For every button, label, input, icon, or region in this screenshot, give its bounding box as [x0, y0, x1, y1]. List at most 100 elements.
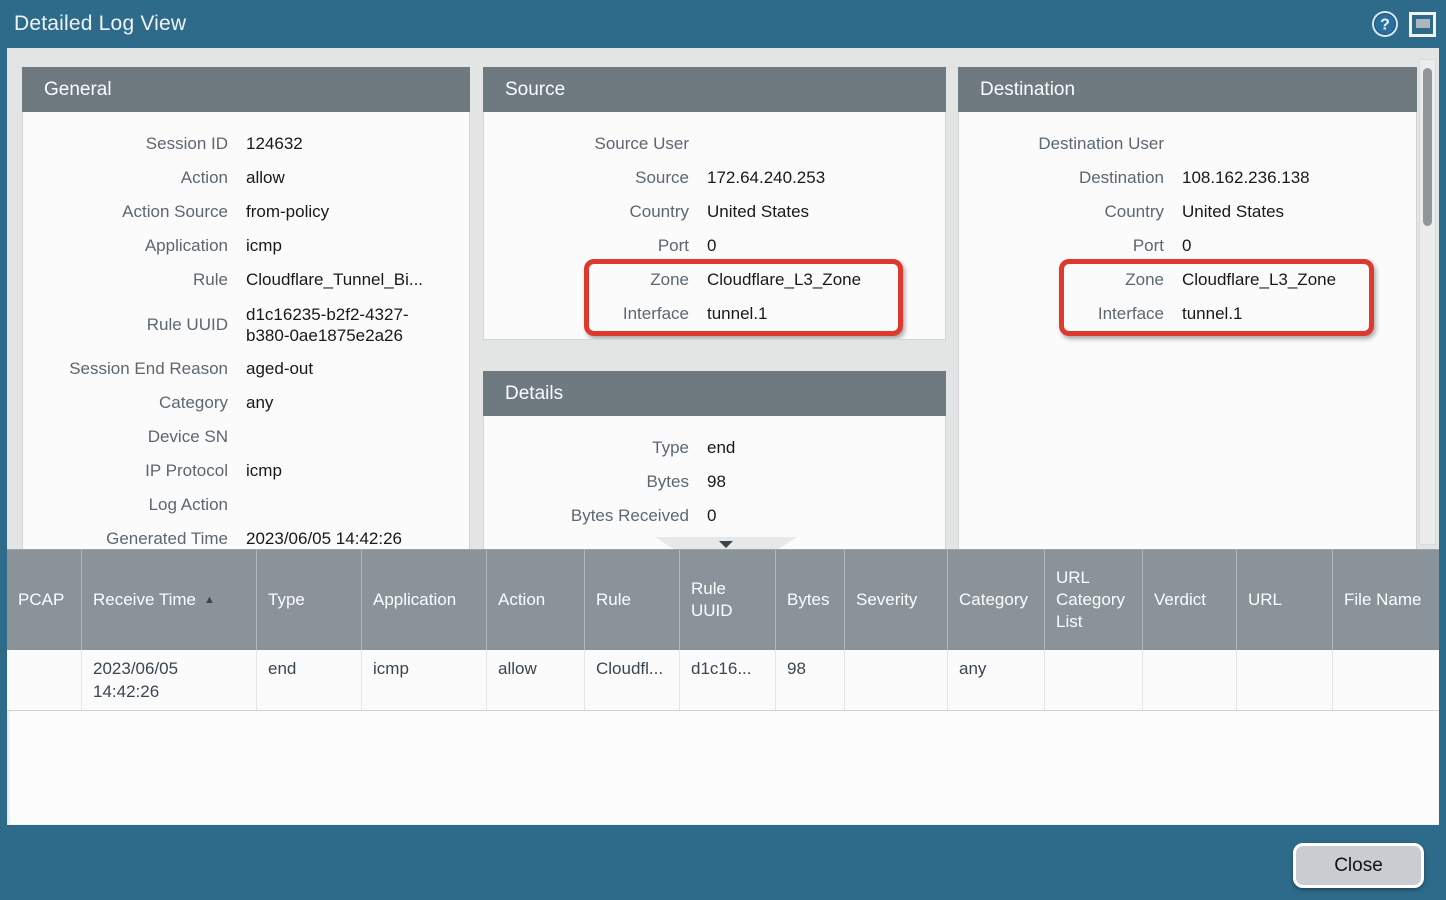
log-cell-application: icmp	[362, 650, 487, 710]
field-label: Port	[959, 229, 1164, 263]
panel-destination-body: Destination UserDestination 108.162.236.1…	[958, 112, 1417, 550]
field-value: Cloudflare_Tunnel_Bi...	[246, 263, 423, 297]
column-header-file-name[interactable]: File Name	[1333, 550, 1439, 650]
field-value: icmp	[246, 454, 282, 488]
panel-title: Source	[505, 79, 565, 101]
column-header-url-category-list[interactable]: URL Category List	[1045, 550, 1143, 650]
help-icon[interactable]: ?	[1371, 10, 1399, 38]
field-value: d1c16235-b2f2-4327-b380-0ae1875e2a26	[246, 304, 451, 346]
column-header-application[interactable]: Application	[362, 550, 487, 650]
panel-destination: Destination Destination UserDestination1…	[958, 67, 1417, 550]
field-row-bytes-received: Bytes Received0	[484, 499, 945, 533]
field-row-device-sn: Device SN	[23, 420, 469, 454]
field-row-zone: Zone Cloudflare_L3_Zone	[484, 263, 945, 297]
column-header-receive-time[interactable]: Receive Time▲	[82, 550, 257, 650]
column-header-pcap[interactable]: PCAP	[7, 550, 82, 650]
panel-general-body: Session ID124632ActionallowAction Source…	[22, 112, 470, 550]
field-value: tunnel.1	[1182, 297, 1243, 331]
field-label: Interface	[484, 297, 689, 331]
column-header-label: Action	[498, 589, 545, 611]
log-cell-url	[1237, 650, 1333, 710]
column-header-label: URL Category List	[1056, 567, 1134, 633]
window-restore-icon-inner	[1416, 19, 1430, 28]
question-mark-glyph: ?	[1380, 17, 1390, 34]
column-header-severity[interactable]: Severity	[845, 550, 948, 650]
field-value: any	[246, 386, 273, 420]
log-table-row[interactable]: 2023/06/05 14:42:26endicmpallowCloudfl..…	[7, 650, 1439, 711]
field-value: United States	[707, 195, 809, 229]
log-cell-bytes: 98	[776, 650, 845, 710]
panel-title: Destination	[980, 79, 1075, 101]
field-label: Device SN	[23, 420, 228, 454]
field-value: 0	[1182, 229, 1191, 263]
field-row-type: Typeend	[484, 431, 945, 465]
field-label: Rule	[23, 263, 228, 297]
log-cell-url-category-list	[1045, 650, 1143, 710]
log-cell-type: end	[257, 650, 362, 710]
column-header-verdict[interactable]: Verdict	[1143, 550, 1237, 650]
column-header-type[interactable]: Type	[257, 550, 362, 650]
column-header-url[interactable]: URL	[1237, 550, 1333, 650]
field-row-interface: Interfacetunnel.1	[484, 297, 945, 331]
field-label: Country	[484, 195, 689, 229]
field-row-interface: Interface tunnel.1	[959, 297, 1416, 331]
log-table: PCAPReceive Time▲ Type Application Action Ru…	[7, 550, 1439, 825]
column-header-bytes[interactable]: Bytes	[776, 550, 845, 650]
column-header-label: Bytes	[787, 589, 830, 611]
field-value: 108.162.236.138	[1182, 161, 1310, 195]
log-table-body: 2023/06/05 14:42:26endicmpallowCloudfl..…	[7, 650, 1439, 711]
log-cell-pcap	[7, 650, 82, 710]
log-cell-verdict	[1143, 650, 1237, 710]
titlebar-icons: ?	[1371, 10, 1436, 38]
field-label: Interface	[959, 297, 1164, 331]
field-value: 98	[707, 465, 726, 499]
panel-title: Details	[505, 383, 563, 405]
field-value: 2023/06/05 14:42:26	[246, 522, 402, 550]
panel-title: General	[44, 79, 112, 101]
log-cell-action: allow	[487, 650, 585, 710]
column-header-action[interactable]: Action	[487, 550, 585, 650]
panel-source-body: Source UserSource172.64.240.253CountryUn…	[483, 112, 946, 340]
field-value: 172.64.240.253	[707, 161, 825, 195]
field-label: Destination	[959, 161, 1164, 195]
panel-source: Source Source UserSource172.64.240.253Co…	[483, 67, 946, 340]
dialog-title: Detailed Log View	[14, 12, 186, 36]
field-value: Cloudflare_L3_Zone	[707, 263, 861, 297]
field-label: Log Action	[23, 488, 228, 522]
column-header-label: Type	[268, 589, 305, 611]
log-cell-severity	[845, 650, 948, 710]
window-restore-icon[interactable]	[1409, 12, 1436, 37]
field-label: Bytes	[484, 465, 689, 499]
splitter-handle[interactable]	[655, 537, 797, 550]
field-row-bytes: Bytes 98	[484, 465, 945, 499]
column-header-category[interactable]: Category	[948, 550, 1045, 650]
panel-details: Details TypeendBytes 98Bytes Received0	[483, 371, 946, 550]
scrollbar-thumb[interactable]	[1423, 68, 1432, 226]
column-header-rule[interactable]: Rule	[585, 550, 680, 650]
field-row-source-user: Source User	[484, 127, 945, 161]
column-header-rule-uuid[interactable]: Rule UUID	[680, 550, 776, 650]
field-row-destination: Destination 108.162.236.138	[959, 161, 1416, 195]
field-label: Rule UUID	[23, 314, 228, 335]
log-cell-rule-uuid: d1c16...	[680, 650, 776, 710]
field-label: Destination User	[959, 127, 1164, 161]
field-row-application: Applicationicmp	[23, 229, 469, 263]
field-value: 0	[707, 229, 716, 263]
vertical-scrollbar[interactable]	[1419, 59, 1436, 545]
field-row-zone: ZoneCloudflare_L3_Zone	[959, 263, 1416, 297]
field-label: Zone	[959, 263, 1164, 297]
close-button[interactable]: Close	[1293, 843, 1424, 888]
field-row-rule: Rule Cloudflare_Tunnel_Bi...	[23, 263, 469, 297]
column-header-label: Rule UUID	[691, 578, 767, 622]
panel-general-header: General	[22, 67, 470, 112]
column-header-label: Severity	[856, 589, 917, 611]
field-value: end	[707, 431, 735, 465]
dialog-titlebar: Detailed Log View ?	[0, 0, 1446, 48]
field-label: Action Source	[23, 195, 228, 229]
field-label: Port	[484, 229, 689, 263]
field-label: Bytes Received	[484, 499, 689, 533]
column-header-label: URL	[1248, 589, 1282, 611]
field-label: Zone	[484, 263, 689, 297]
field-row-session-end-reason: Session End Reasonaged-out	[23, 352, 469, 386]
sort-ascending-icon: ▲	[204, 589, 215, 611]
